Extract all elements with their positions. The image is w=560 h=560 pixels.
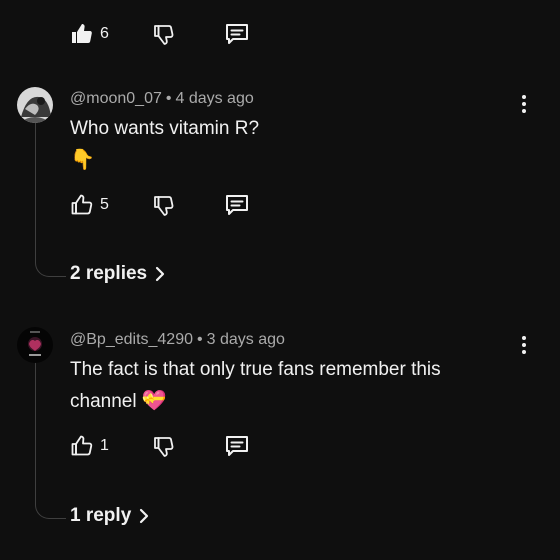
- reply-thread-line: [35, 362, 66, 519]
- replies-label: 1 reply: [70, 505, 132, 526]
- dislike-button[interactable]: [152, 432, 176, 460]
- like-count: 1: [100, 437, 109, 454]
- like-count: 6: [100, 25, 109, 42]
- comment-action-bar: 1: [70, 432, 290, 462]
- emoji: 💝: [141, 388, 167, 412]
- like-button[interactable]: 1: [70, 432, 109, 460]
- comment-text-line: The fact is that only true fans remember…: [70, 359, 441, 380]
- like-button[interactable]: 5: [70, 191, 109, 219]
- comment-text: The fact is that only true fans remember…: [70, 355, 500, 417]
- emoji: 👇: [70, 147, 95, 171]
- view-replies-button[interactable]: 1 reply: [70, 505, 151, 527]
- reply-button[interactable]: [224, 191, 250, 219]
- thumbs-up-icon: [72, 24, 92, 43]
- thumbs-up-icon: [71, 435, 93, 456]
- comment-text-line: Who wants vitamin R?: [70, 118, 260, 139]
- replies-label: 2 replies: [70, 263, 148, 284]
- avatar[interactable]: [17, 87, 53, 123]
- like-count: 5: [100, 196, 109, 213]
- top-action-bar: 6: [70, 20, 290, 50]
- comment-meta: @Bp_edits_4290 • 3 days ago: [70, 331, 285, 349]
- chevron-right-icon: [156, 266, 165, 282]
- more-options-button[interactable]: [516, 333, 532, 357]
- thumbs-up-icon: [71, 194, 93, 215]
- reply-thread-line: [35, 122, 66, 277]
- more-options-button[interactable]: [516, 92, 532, 116]
- thumbs-down-icon: [154, 437, 174, 457]
- comment-text-tail: channel: [70, 391, 137, 412]
- timestamp[interactable]: 3 days ago: [207, 331, 285, 348]
- thumbs-down-icon: [154, 196, 174, 216]
- reply-button[interactable]: [224, 432, 250, 460]
- meta-separator: •: [197, 331, 203, 348]
- username[interactable]: @moon0_07: [70, 90, 162, 107]
- thumbs-down-icon: [154, 25, 174, 45]
- avatar[interactable]: [17, 327, 53, 363]
- username[interactable]: @Bp_edits_4290: [70, 331, 193, 348]
- comment-action-bar: 5: [70, 191, 290, 221]
- reply-comment-icon: [226, 24, 248, 44]
- timestamp[interactable]: 4 days ago: [175, 90, 253, 107]
- comment-text: Who wants vitamin R? 👇: [70, 114, 259, 174]
- meta-separator: •: [165, 90, 172, 107]
- reply-button[interactable]: [224, 20, 250, 48]
- like-button[interactable]: 6: [70, 20, 109, 48]
- more-vertical-icon: [522, 336, 526, 354]
- reply-comment-icon: [226, 195, 248, 215]
- reply-comment-icon: [226, 436, 248, 456]
- chevron-right-icon: [140, 508, 149, 524]
- dislike-button[interactable]: [152, 191, 176, 219]
- dislike-button[interactable]: [152, 20, 176, 48]
- comment-text-line-2: channel 💝: [70, 385, 500, 417]
- more-vertical-icon: [522, 95, 526, 113]
- comment-meta: @moon0_07 • 4 days ago: [70, 90, 254, 108]
- view-replies-button[interactable]: 2 replies: [70, 263, 167, 285]
